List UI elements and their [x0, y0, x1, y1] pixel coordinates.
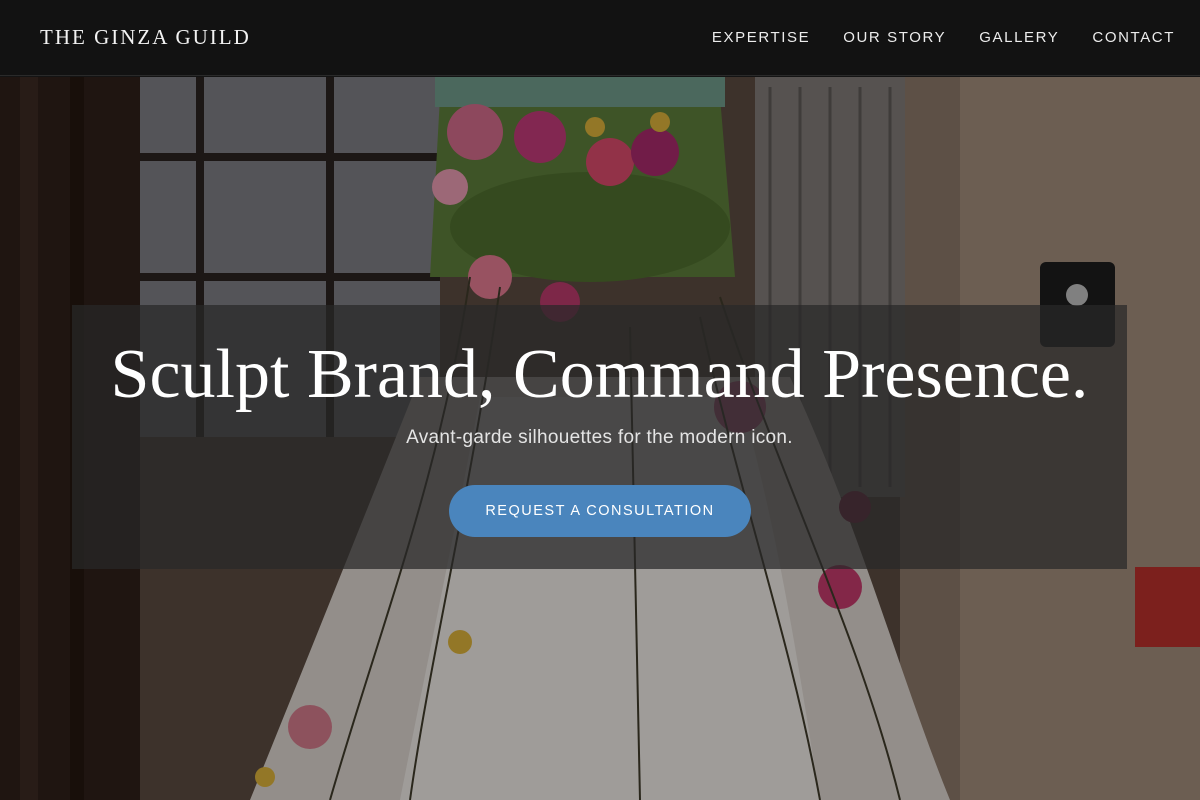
nav-link-contact[interactable]: CONTACT [1092, 29, 1175, 46]
hero-subheadline: Avant-garde silhouettes for the modern i… [406, 427, 793, 448]
nav-link-our-story[interactable]: OUR STORY [843, 29, 946, 46]
hero-section: Sculpt Brand, Command Presence. Avant-ga… [0, 77, 1200, 800]
hero-card: Sculpt Brand, Command Presence. Avant-ga… [72, 305, 1127, 569]
brand-logo[interactable]: THE GINZA GUILD [40, 25, 251, 50]
nav-link-expertise[interactable]: EXPERTISE [712, 29, 810, 46]
main-nav: EXPERTISE OUR STORY GALLERY CONTACT [712, 29, 1175, 46]
site-header: THE GINZA GUILD EXPERTISE OUR STORY GALL… [0, 0, 1200, 76]
hero-headline: Sculpt Brand, Command Presence. [110, 336, 1089, 413]
request-consultation-button[interactable]: REQUEST A CONSULTATION [449, 485, 751, 537]
nav-link-gallery[interactable]: GALLERY [979, 29, 1059, 46]
